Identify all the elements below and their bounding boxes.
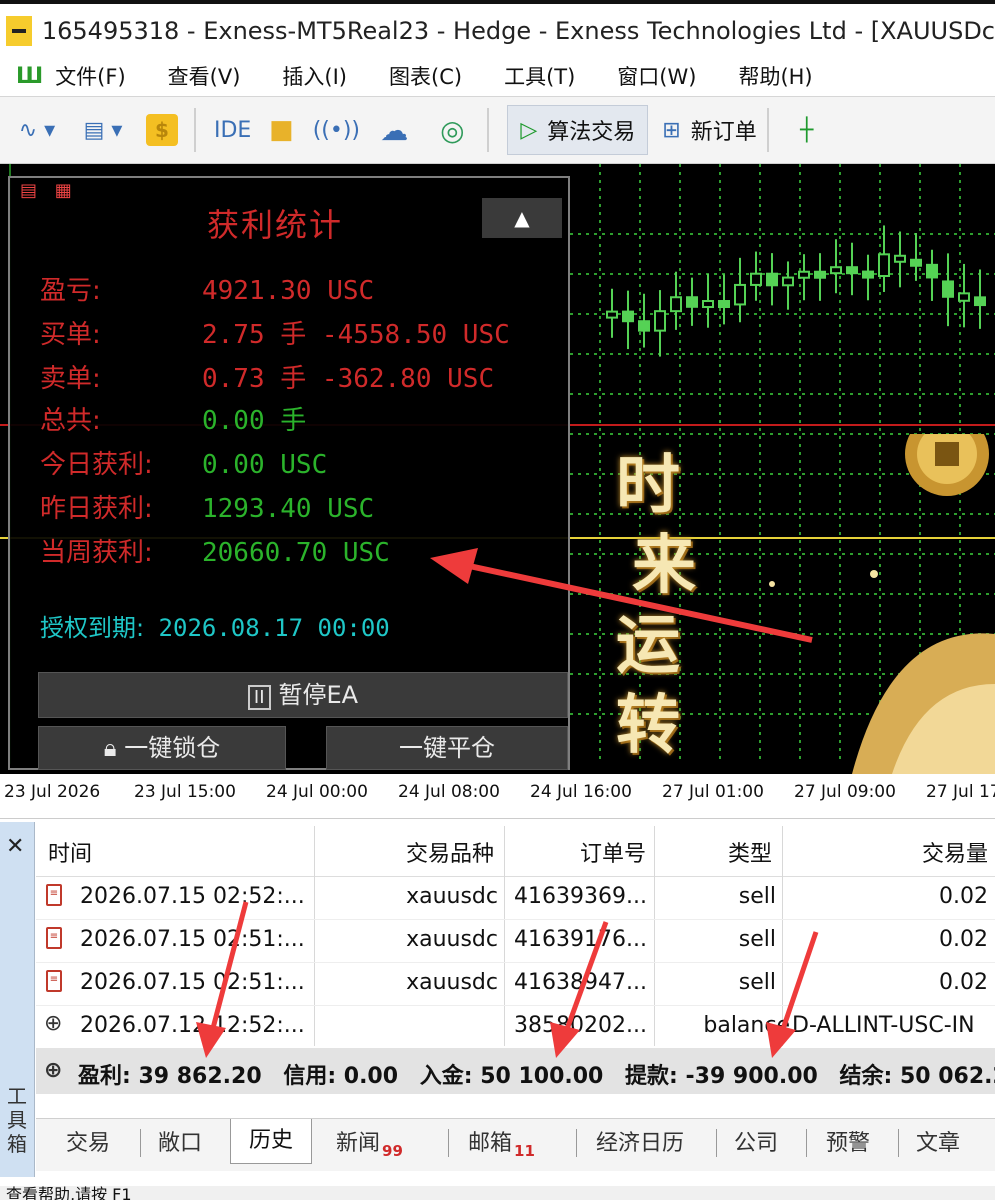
tab-trade[interactable]: 交易: [66, 1125, 110, 1157]
web-globe-icon[interactable]: ◎: [427, 107, 477, 153]
depth-of-market-icon[interactable]: ┼: [787, 107, 827, 153]
tab-alerts[interactable]: 预警: [826, 1125, 870, 1157]
table-header: 时间 交易品种 订单号 类型 交易量: [36, 822, 995, 877]
time-tick: 27 Jul 17: [926, 782, 995, 802]
menu-insert[interactable]: 插入(I): [282, 61, 347, 91]
toolbox-panel: ✕ 工具箱 时间 交易品种 订单号 类型 交易量 ≡ 2026.07.15 02…: [0, 822, 995, 1200]
menu-help[interactable]: 帮助(H): [738, 61, 812, 91]
menu-charts[interactable]: 图表(C): [389, 61, 462, 91]
tab-divider: [140, 1129, 141, 1157]
signals-icon[interactable]: ((•)): [311, 107, 361, 153]
tab-divider: [898, 1129, 899, 1157]
header-type[interactable]: 类型: [656, 836, 772, 868]
summary-withdrawal: 提款: -39 900.00: [625, 1064, 818, 1089]
indicators-icon[interactable]: ▤ ▾: [74, 107, 132, 153]
price-chart[interactable]: 时 来 运 转 ▤ ▦ 获利统计 ▲ 盈亏: 4921.30 USC 买单: 2.7…: [0, 164, 995, 774]
tab-company[interactable]: 公司: [734, 1125, 778, 1157]
tab-calendar[interactable]: 经济日历: [596, 1125, 684, 1157]
time-tick: 24 Jul 16:00: [530, 782, 632, 802]
status-bar: 查看帮助,请按 F1: [0, 1186, 995, 1200]
toolbox-tabs: 交易 敞口 历史 新闻 99 邮箱 11 经济日历 公司 预警 文章: [36, 1118, 995, 1171]
algo-trading-button[interactable]: ▷ 算法交易: [507, 105, 649, 155]
tab-exposure[interactable]: 敞口: [158, 1125, 202, 1157]
toolbar-separator: [487, 108, 490, 152]
annotation-arrow: [430, 548, 813, 643]
time-tick: 24 Jul 00:00: [266, 782, 368, 802]
menu-tools[interactable]: 工具(T): [504, 61, 575, 91]
new-order-button[interactable]: ⊞ 新订单: [662, 107, 756, 153]
tab-divider: [576, 1129, 577, 1157]
summary-balance: 结余: 50 062.20: [839, 1064, 995, 1089]
time-tick: 23 Jul 2026: [4, 782, 101, 802]
toolbox-label: 工具箱: [7, 1084, 27, 1156]
time-axis: 23 Jul 2026 23 Jul 15:00 24 Jul 00:00 24…: [0, 774, 995, 819]
tab-divider: [806, 1129, 807, 1157]
title-bar: 165495318 - Exness-MT5Real23 - Hedge - E…: [0, 0, 995, 58]
chart-menu-icon[interactable]: Ш: [16, 64, 43, 89]
market-bag-icon[interactable]: ■: [259, 107, 303, 153]
time-tick: 24 Jul 08:00: [398, 782, 500, 802]
summary-profit: 盈利: 39 862.20: [78, 1064, 262, 1089]
mt5-app-icon: [6, 16, 32, 46]
time-tick: 27 Jul 01:00: [662, 782, 764, 802]
tab-divider: [448, 1129, 449, 1157]
time-tick: 23 Jul 15:00: [134, 782, 236, 802]
toolbar-separator: [766, 108, 769, 152]
menu-view[interactable]: 查看(V): [168, 61, 241, 91]
tab-articles[interactable]: 文章: [916, 1125, 960, 1157]
ide-button[interactable]: IDE: [214, 107, 251, 153]
header-time[interactable]: 时间: [48, 836, 92, 868]
tab-divider: [716, 1129, 717, 1157]
menu-window[interactable]: 窗口(W): [617, 61, 696, 91]
mail-count-badge: 11: [514, 1142, 535, 1160]
menu-bar: Ш 文件(F) 查看(V) 插入(I) 图表(C) 工具(T) 窗口(W) 帮助…: [0, 58, 995, 94]
header-volume[interactable]: 交易量: [786, 836, 988, 868]
news-count-badge: 99: [382, 1142, 403, 1160]
new-order-icon: ⊞: [662, 117, 681, 143]
play-icon: ▷: [520, 117, 538, 143]
tab-history[interactable]: 历史: [230, 1119, 313, 1164]
window-title: 165495318 - Exness-MT5Real23 - Hedge - E…: [41, 17, 995, 45]
summary-deposit: 入金: 50 100.00: [419, 1064, 604, 1089]
coin-icon[interactable]: $: [140, 107, 184, 153]
main-toolbar: ∿ ▾ ▤ ▾ $ IDE ■ ((•)) ☁ ◎ ▷ 算法交易 ⊞ 新订单 ┼: [0, 96, 995, 164]
toolbar-separator: [194, 108, 196, 152]
header-order[interactable]: 订单号: [506, 836, 646, 868]
vps-cloud-icon[interactable]: ☁: [369, 107, 419, 153]
header-symbol[interactable]: 交易品种: [316, 836, 494, 868]
chart-type-icon[interactable]: ∿ ▾: [8, 107, 66, 153]
close-icon[interactable]: ✕: [6, 834, 24, 859]
tab-news[interactable]: 新闻 99: [336, 1125, 403, 1160]
annotation-arrows: [196, 901, 819, 1058]
tab-mailbox[interactable]: 邮箱 11: [468, 1125, 535, 1160]
toolbox-sidebar: ✕ 工具箱: [0, 822, 35, 1177]
time-tick: 27 Jul 09:00: [794, 782, 896, 802]
summary-credit: 信用: 0.00: [283, 1064, 399, 1089]
menu-file[interactable]: 文件(F): [55, 61, 125, 91]
